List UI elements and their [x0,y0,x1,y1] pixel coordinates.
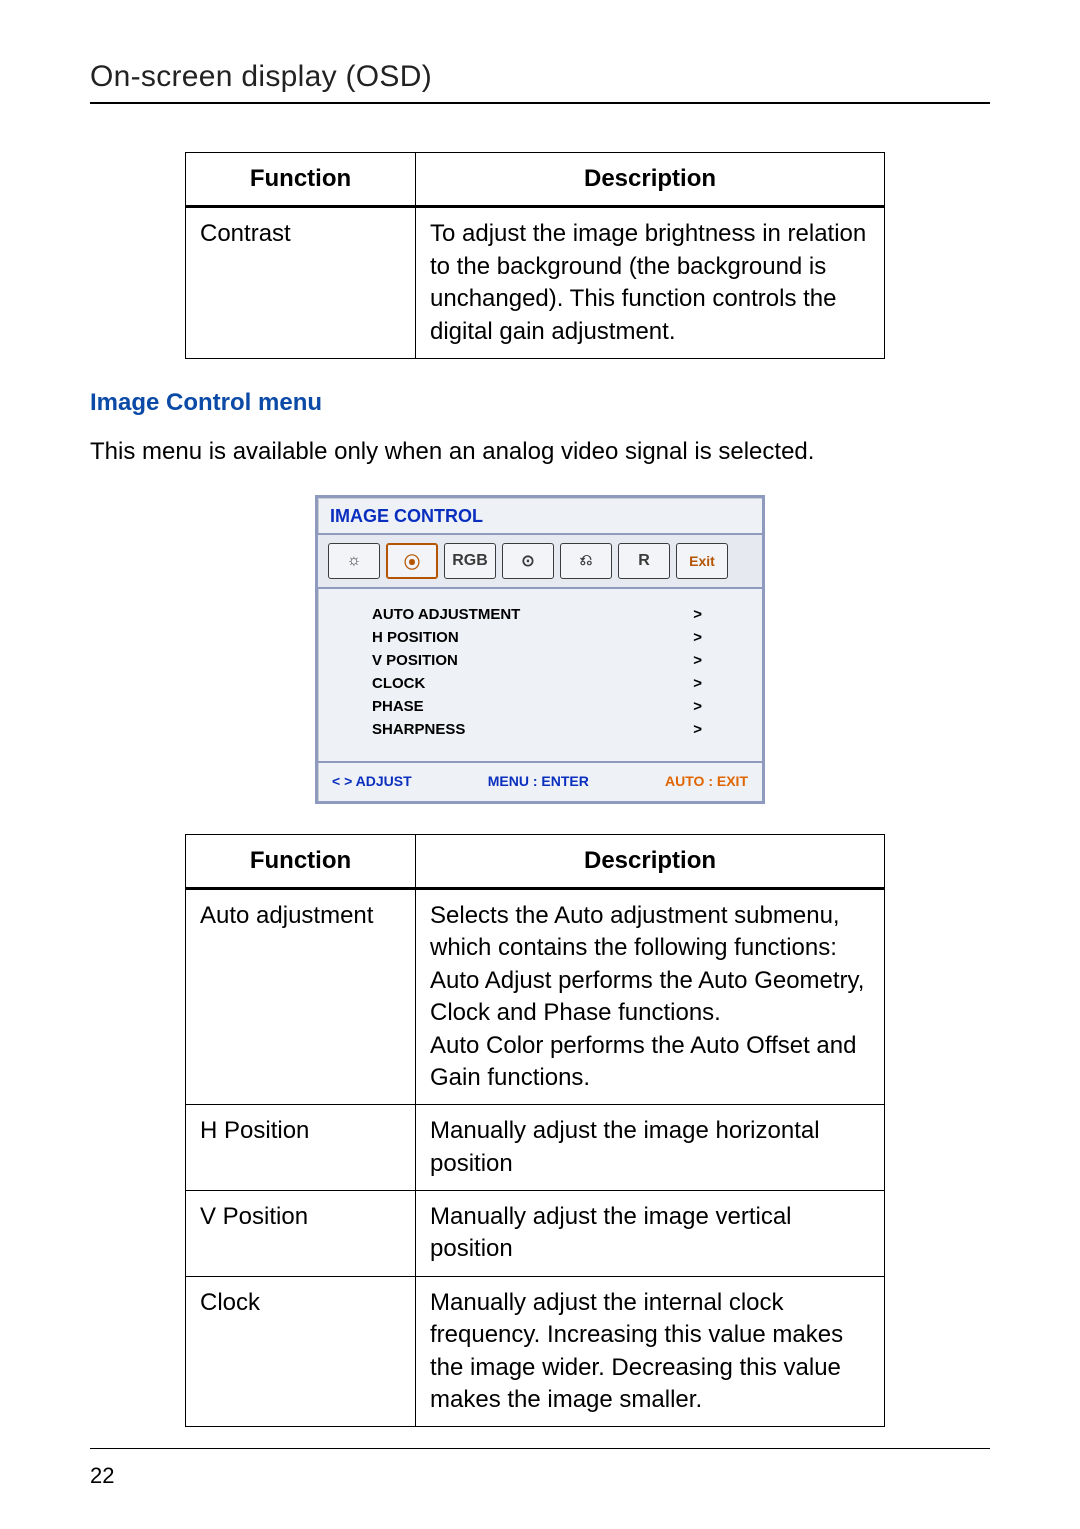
cell-description: Manually adjust the image horizontal pos… [416,1105,885,1191]
col-header-function: Function [186,153,416,207]
cell-function: H Position [186,1105,416,1191]
title-rule [90,102,990,104]
cell-function: Contrast [186,207,416,359]
section-paragraph: This menu is available only when an anal… [90,435,990,469]
table-row: V Position Manually adjust the image ver… [186,1191,885,1277]
table-row: Contrast To adjust the image brightness … [186,207,885,359]
chevron-right-icon: > [693,698,732,715]
osd-footer-adjust: < > ADJUST [332,773,412,789]
osd-item-h-position[interactable]: H POSITION > [372,626,732,649]
cell-function: Auto adjustment [186,888,416,1104]
image-control-table: Function Description Auto adjustment Sel… [185,834,885,1428]
osd-item-label: H POSITION [372,629,459,646]
col-header-description: Description [416,153,885,207]
osd-item-clock[interactable]: CLOCK > [372,672,732,695]
table-row: H Position Manually adjust the image hor… [186,1105,885,1191]
chevron-right-icon: > [693,606,732,623]
osd-footer-menu: MENU : ENTER [488,773,589,789]
table-row: Clock Manually adjust the internal clock… [186,1276,885,1427]
osd-item-list: AUTO ADJUSTMENT > H POSITION > V POSITIO… [318,587,762,761]
col-header-description: Description [416,834,885,888]
cell-description: Manually adjust the internal clock frequ… [416,1276,885,1427]
osd-item-label: PHASE [372,698,424,715]
osd-item-label: AUTO ADJUSTMENT [372,606,520,623]
osd-item-v-position[interactable]: V POSITION > [372,649,732,672]
table-row: Auto adjustment Selects the Auto adjustm… [186,888,885,1104]
language-icon[interactable]: ⎌ [560,543,612,579]
chevron-right-icon: > [693,629,732,646]
osd-item-label: V POSITION [372,652,458,669]
col-header-function: Function [186,834,416,888]
cell-description: Manually adjust the image vertical posit… [416,1191,885,1277]
contrast-table: Function Description Contrast To adjust … [185,152,885,359]
page-title: On-screen display (OSD) [90,60,990,94]
osd-icon-row: ☼ ⦿ RGB ⊙ ⎌ R Exit [318,535,762,587]
image-control-icon[interactable]: ⦿ [386,543,438,579]
osd-item-auto-adjustment[interactable]: AUTO ADJUSTMENT > [372,603,732,626]
exit-icon[interactable]: Exit [676,543,728,579]
chevron-right-icon: > [693,675,732,692]
footer-rule [90,1448,990,1449]
chevron-right-icon: > [693,652,732,669]
section-subhead: Image Control menu [90,389,990,417]
cell-function: Clock [186,1276,416,1427]
position-icon[interactable]: ⊙ [502,543,554,579]
color-icon[interactable]: RGB [444,543,496,579]
reset-icon[interactable]: R [618,543,670,579]
osd-item-label: CLOCK [372,675,425,692]
osd-item-phase[interactable]: PHASE > [372,695,732,718]
cell-function: V Position [186,1191,416,1277]
osd-footer: < > ADJUST MENU : ENTER AUTO : EXIT [318,761,762,801]
chevron-right-icon: > [693,721,732,738]
osd-footer-auto: AUTO : EXIT [665,773,748,789]
osd-panel: IMAGE CONTROL ☼ ⦿ RGB ⊙ ⎌ R Exit AUTO AD… [315,495,765,804]
brightness-contrast-icon[interactable]: ☼ [328,543,380,579]
osd-title: IMAGE CONTROL [318,498,762,535]
cell-description: To adjust the image brightness in relati… [416,207,885,359]
page-footer: 22 [90,1448,990,1489]
cell-description: Selects the Auto adjustment submenu, whi… [416,888,885,1104]
page-number: 22 [90,1463,990,1489]
osd-item-label: SHARPNESS [372,721,465,738]
osd-item-sharpness[interactable]: SHARPNESS > [372,718,732,741]
